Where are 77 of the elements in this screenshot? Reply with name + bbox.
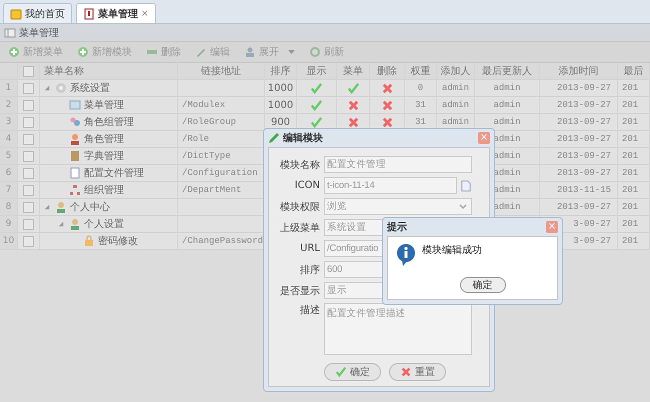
column-header: 显示 (297, 63, 337, 79)
panel-title: 菜单管理 (19, 26, 59, 40)
row-number: 2 (0, 97, 18, 113)
table-cell: 2013-09-27 (556, 151, 611, 161)
table-cell: 0 (418, 83, 424, 93)
table-cell: 201 (622, 134, 638, 144)
column-header: 添加时间 (540, 63, 618, 79)
table-cell: /ChangePassword (182, 236, 264, 246)
table-cell: 2013-09-27 (556, 134, 611, 144)
table-cell: admin (442, 83, 469, 93)
table-cell: admin (493, 168, 520, 178)
table-cell: /Modulex (182, 100, 226, 110)
table-cell: 2013-09-27 (556, 100, 611, 110)
table-cell: /Configuration (182, 168, 258, 178)
table-cell: 3-09-27 (573, 219, 611, 229)
field-label: 上级菜单 (279, 222, 321, 234)
table-cell: admin (493, 185, 520, 195)
column-header: 菜单名称 (40, 63, 178, 79)
column-header: 最后 (618, 63, 650, 79)
dialog-title: 提示 (387, 220, 407, 234)
table-cell: 201 (622, 219, 638, 229)
table-cell: /RoleGroup (182, 117, 236, 127)
row-number: 9 (0, 216, 18, 232)
row-number: 1 (0, 80, 18, 96)
table-cell: admin (493, 202, 520, 212)
column-header: 菜单 (337, 63, 370, 79)
column-header: 添加人 (437, 63, 475, 79)
row-number: 7 (0, 182, 18, 198)
table-cell: 2013-09-27 (556, 202, 611, 212)
table-cell: /DepartMent (182, 185, 242, 195)
alert-message: 模块编辑成功 (422, 244, 482, 257)
table-cell: admin (493, 134, 520, 144)
table-cell: 2013-11-15 (556, 185, 611, 195)
table-cell: 3-09-27 (573, 236, 611, 246)
table-cell: admin (442, 100, 469, 110)
table-cell: 2013-09-27 (556, 117, 611, 127)
table-cell: /DictType (182, 151, 231, 161)
field-label: ICON (294, 180, 321, 191)
column-header: 最后更新人 (475, 63, 540, 79)
table-cell: 900 (270, 116, 290, 128)
table-cell: 201 (622, 185, 638, 195)
table-cell: 201 (622, 100, 638, 110)
table-cell: 201 (622, 117, 638, 127)
row-number: 5 (0, 148, 18, 164)
table-cell: admin (493, 100, 520, 110)
table-cell: admin (442, 117, 469, 127)
row-number: 8 (0, 199, 18, 215)
table-cell: admin (493, 83, 520, 93)
column-header: 权重 (405, 63, 437, 79)
dialog-title: 编辑模块 (283, 132, 323, 145)
field-label: URL (299, 243, 321, 254)
table-cell: 1000 (268, 82, 294, 94)
row-number: 10 (0, 233, 18, 249)
field-label: 是否显示 (279, 284, 321, 298)
field-label: 排序 (299, 264, 321, 276)
field-label: 模块权限 (279, 200, 321, 214)
row-number: 4 (0, 131, 18, 147)
row-number: 6 (0, 165, 18, 181)
table-cell: 2013-09-27 (556, 83, 611, 93)
row-number: 3 (0, 114, 18, 130)
table-cell: /Role (182, 134, 210, 144)
field-label: 描述 (299, 304, 321, 317)
table-cell: 2013-09-27 (556, 168, 611, 178)
table-cell: 31 (415, 100, 426, 110)
table-cell: 201 (622, 83, 638, 93)
column-header: 排序 (265, 63, 297, 79)
table-cell: admin (493, 151, 520, 161)
table-cell: 201 (622, 236, 638, 246)
table-cell: 31 (415, 117, 426, 127)
table-cell: 201 (622, 168, 638, 178)
column-header: 删除 (370, 63, 405, 79)
table-cell: 1000 (268, 100, 294, 110)
table-cell: 201 (622, 202, 638, 212)
table-cell: 201 (622, 151, 638, 161)
table-cell: admin (493, 117, 520, 127)
field-label: 模块名称 (279, 158, 321, 172)
column-header: 链接地址 (178, 63, 265, 79)
